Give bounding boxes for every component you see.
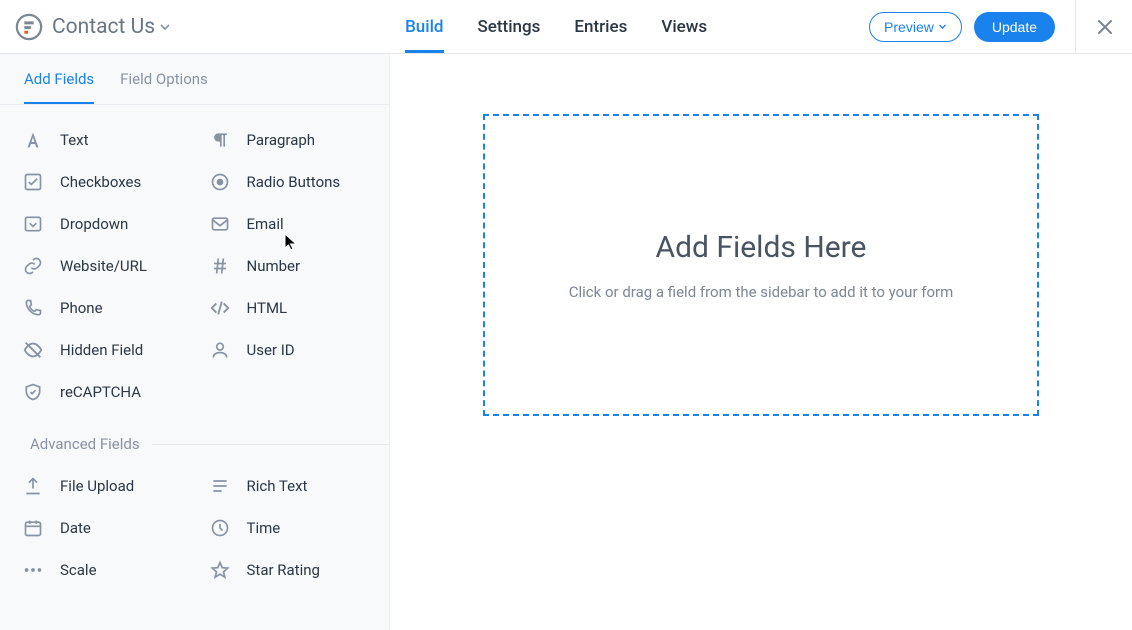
paragraph-icon [209, 129, 231, 151]
field-recaptcha[interactable]: reCAPTCHA [8, 371, 195, 413]
field-date[interactable]: Date [8, 507, 195, 549]
field-user-id[interactable]: User ID [195, 329, 382, 371]
field-label: Dropdown [60, 215, 128, 233]
field-label: User ID [247, 341, 295, 359]
email-icon [209, 213, 231, 235]
caret-down-icon [159, 21, 171, 33]
hash-icon [209, 255, 231, 277]
sidebar-tabs: Add Fields Field Options [0, 54, 389, 105]
field-file-upload[interactable]: File Upload [8, 465, 195, 507]
logo-icon [14, 12, 44, 42]
field-label: Date [60, 519, 91, 537]
upload-icon [22, 475, 44, 497]
tab-entries[interactable]: Entries [574, 0, 627, 53]
sidebar-tab-add-fields[interactable]: Add Fields [24, 70, 94, 104]
field-label: reCAPTCHA [60, 383, 141, 401]
top-bar: Contact Us Build Settings Entries Views … [0, 0, 1132, 54]
field-label: Email [247, 215, 284, 233]
basic-fields-grid: Text Paragraph Checkboxes Radio Buttons … [0, 105, 389, 419]
rich-text-icon [209, 475, 231, 497]
field-rich-text[interactable]: Rich Text [195, 465, 382, 507]
field-label: Scale [60, 561, 97, 579]
fields-dropzone[interactable]: Add Fields Here Click or drag a field fr… [483, 114, 1039, 416]
sidebar: Add Fields Field Options Text Paragraph … [0, 54, 390, 630]
main-nav: Build Settings Entries Views [405, 0, 707, 53]
field-label: Rich Text [247, 477, 308, 495]
field-star-rating[interactable]: Star Rating [195, 549, 382, 591]
preview-label: Preview [884, 19, 934, 35]
field-label: Paragraph [247, 131, 316, 149]
eye-off-icon [22, 339, 44, 361]
field-text[interactable]: Text [8, 119, 195, 161]
field-time[interactable]: Time [195, 507, 382, 549]
calendar-icon [22, 517, 44, 539]
tab-settings[interactable]: Settings [478, 0, 541, 53]
user-icon [209, 339, 231, 361]
form-canvas: Add Fields Here Click or drag a field fr… [390, 54, 1132, 630]
tab-build[interactable]: Build [405, 0, 443, 53]
tab-views[interactable]: Views [661, 0, 707, 53]
field-number[interactable]: Number [195, 245, 382, 287]
field-label: Time [247, 519, 281, 537]
phone-icon [22, 297, 44, 319]
advanced-fields-grid: File Upload Rich Text Date Time Scale St… [0, 461, 389, 597]
field-label: Radio Buttons [247, 173, 341, 191]
field-scale[interactable]: Scale [8, 549, 195, 591]
dropzone-subtitle: Click or drag a field from the sidebar t… [569, 283, 954, 301]
radio-icon [209, 171, 231, 193]
advanced-fields-label: Advanced Fields [0, 435, 152, 453]
advanced-fields-divider: Advanced Fields [0, 425, 389, 461]
field-label: Checkboxes [60, 173, 141, 191]
field-label: Website/URL [60, 257, 147, 275]
field-dropdown[interactable]: Dropdown [8, 203, 195, 245]
scale-icon [22, 559, 44, 581]
field-checkboxes[interactable]: Checkboxes [8, 161, 195, 203]
text-icon [22, 129, 44, 151]
dropdown-icon [22, 213, 44, 235]
checkbox-icon [22, 171, 44, 193]
field-phone[interactable]: Phone [8, 287, 195, 329]
field-email[interactable]: Email [195, 203, 382, 245]
field-paragraph[interactable]: Paragraph [195, 119, 382, 161]
field-label: Text [60, 131, 89, 149]
link-icon [22, 255, 44, 277]
form-title: Contact Us [52, 15, 155, 39]
field-label: Hidden Field [60, 341, 143, 359]
field-label: Phone [60, 299, 103, 317]
field-hidden[interactable]: Hidden Field [8, 329, 195, 371]
sidebar-tab-field-options[interactable]: Field Options [120, 70, 208, 104]
close-icon[interactable] [1096, 18, 1114, 36]
field-html[interactable]: HTML [195, 287, 382, 329]
update-button[interactable]: Update [974, 12, 1055, 42]
star-icon [209, 559, 231, 581]
field-label: HTML [247, 299, 288, 317]
field-website[interactable]: Website/URL [8, 245, 195, 287]
shield-icon [22, 381, 44, 403]
form-title-dropdown[interactable]: Contact Us [52, 15, 171, 39]
preview-button[interactable]: Preview [869, 12, 962, 42]
field-radio[interactable]: Radio Buttons [195, 161, 382, 203]
dropzone-title: Add Fields Here [656, 230, 867, 265]
main-area: Add Fields Field Options Text Paragraph … [0, 54, 1132, 630]
clock-icon [209, 517, 231, 539]
field-label: Number [247, 257, 301, 275]
field-label: File Upload [60, 477, 134, 495]
field-label: Star Rating [247, 561, 320, 579]
caret-down-icon [938, 22, 947, 31]
code-icon [209, 297, 231, 319]
